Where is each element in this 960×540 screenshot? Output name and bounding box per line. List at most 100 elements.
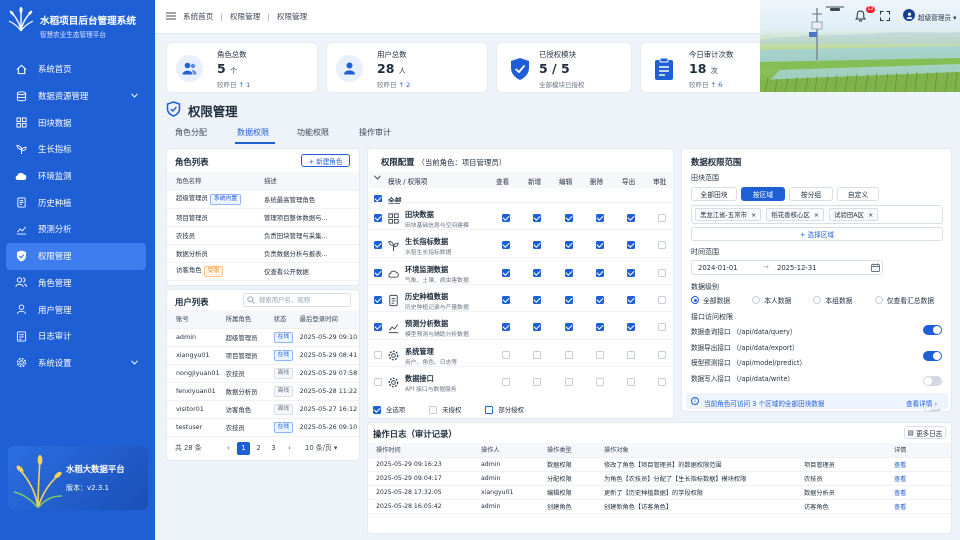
module-checkbox[interactable] xyxy=(374,323,382,332)
permission-checkbox[interactable] xyxy=(533,214,541,222)
user-search-input[interactable]: 搜索用户名、昵称 xyxy=(243,293,351,307)
permission-checkbox[interactable] xyxy=(565,323,573,332)
table-row[interactable]: fenxiyuan01 数据分析员 离线 2025-05-28 11:22 xyxy=(167,382,359,401)
table-row[interactable]: visitor01 访客角色 离线 2025-05-27 16:12 xyxy=(167,400,359,419)
field-scope-option-all[interactable]: 全部田块 xyxy=(691,187,737,201)
field-scope-option-group[interactable]: 按分组 xyxy=(789,187,833,201)
permission-checkbox[interactable] xyxy=(502,350,510,359)
bell-icon[interactable] xyxy=(854,10,867,24)
new-role-button[interactable]: + 新建角色 xyxy=(301,154,350,167)
table-row[interactable]: nongjiyuan01 农技员 离线 2025-05-29 07:58 xyxy=(167,364,359,383)
permission-checkbox[interactable] xyxy=(596,350,604,359)
radio-level-summary[interactable] xyxy=(874,296,883,304)
page-button[interactable]: 3 xyxy=(267,442,280,455)
permission-checkbox[interactable] xyxy=(565,350,573,359)
table-row[interactable]: 数据分析员 负责数据分析与报表... xyxy=(167,244,359,263)
sidebar-item-home[interactable]: 系统首页 xyxy=(6,56,146,83)
api-toggle[interactable] xyxy=(923,350,942,361)
module-checkbox[interactable] xyxy=(374,268,382,277)
log-detail-link[interactable]: 查看 xyxy=(886,471,951,486)
permission-checkbox[interactable] xyxy=(502,241,510,250)
close-icon[interactable]: × xyxy=(814,211,819,219)
table-row[interactable]: 2025-05-28 17:32:05 xiangyu01 编辑权限 更新了【历… xyxy=(368,485,951,500)
sidebar-item-roles[interactable]: 角色管理 xyxy=(6,270,146,297)
calendar-icon[interactable] xyxy=(871,263,880,274)
permission-checkbox[interactable] xyxy=(502,214,510,222)
permission-checkbox[interactable] xyxy=(627,377,635,386)
table-row[interactable]: 项目管理员 管理项目整体数据与... xyxy=(167,208,359,227)
api-toggle[interactable] xyxy=(923,325,942,335)
table-row[interactable]: admin 超级管理员 在线 2025-05-29 09:10 xyxy=(167,328,359,347)
module-checkbox[interactable] xyxy=(374,214,382,222)
close-icon[interactable]: × xyxy=(751,211,756,219)
next-page-button[interactable]: › xyxy=(283,442,296,455)
tab-role-assign[interactable]: 角色分配 xyxy=(175,127,207,138)
tab-data-permission[interactable]: 数据权限 xyxy=(237,127,269,138)
permission-checkbox[interactable] xyxy=(565,214,573,222)
permission-checkbox[interactable] xyxy=(502,323,510,332)
radio-level-self[interactable] xyxy=(752,296,761,304)
table-row[interactable]: testuser 农技员 在线 2025-05-26 09:10 xyxy=(167,418,359,437)
more-logs-button[interactable]: ▤ 更多日志 xyxy=(904,426,946,439)
table-row[interactable]: 2025-05-29 09:04:17 admin 分配权限 为角色【农技员】分… xyxy=(368,471,951,486)
permission-checkbox[interactable] xyxy=(627,241,635,250)
sidebar-item-users[interactable]: 用户管理 xyxy=(6,296,146,323)
module-checkbox[interactable] xyxy=(374,350,382,359)
menu-toggle-icon[interactable] xyxy=(166,11,176,22)
permission-checkbox[interactable] xyxy=(502,295,510,304)
permission-checkbox[interactable] xyxy=(565,241,573,250)
module-checkbox[interactable] xyxy=(374,241,382,250)
field-scope-option-custom[interactable]: 自定义 xyxy=(837,187,879,201)
chevron-down-icon[interactable] xyxy=(374,174,381,182)
permission-checkbox[interactable] xyxy=(596,323,604,332)
prev-page-button[interactable]: ‹ xyxy=(222,442,235,455)
breadcrumb-item[interactable]: 系统首页 xyxy=(183,11,213,22)
breadcrumb-item[interactable]: 权限管理 xyxy=(230,11,260,22)
page-size-select[interactable]: 10 条/页 ▾ xyxy=(305,442,337,452)
permission-checkbox[interactable] xyxy=(658,214,666,222)
view-details-link[interactable]: 查看详情 › xyxy=(906,398,937,408)
permission-checkbox[interactable] xyxy=(627,295,635,304)
permission-checkbox[interactable] xyxy=(533,295,541,304)
table-row[interactable]: 超级管理员 系统内置 系统最高管理角色 xyxy=(167,190,359,209)
table-row[interactable]: xiangyu01 项目管理员 在线 2025-05-29 08:41 xyxy=(167,346,359,365)
permission-checkbox[interactable] xyxy=(658,268,666,277)
permission-checkbox[interactable] xyxy=(533,323,541,332)
sidebar-item-log[interactable]: 日志审计 xyxy=(6,323,146,350)
permission-checkbox[interactable] xyxy=(596,214,604,222)
permission-checkbox[interactable] xyxy=(627,323,635,332)
module-checkbox[interactable] xyxy=(374,295,382,304)
permission-checkbox[interactable] xyxy=(596,268,604,277)
permission-checkbox[interactable] xyxy=(627,214,635,222)
permission-checkbox[interactable] xyxy=(502,268,510,277)
permission-checkbox[interactable] xyxy=(533,268,541,277)
sidebar-item-data-resource[interactable]: 数据资源管理 xyxy=(6,83,146,110)
permission-checkbox[interactable] xyxy=(658,295,666,304)
permission-checkbox[interactable] xyxy=(596,295,604,304)
radio-level-all[interactable] xyxy=(691,296,699,304)
sidebar-item-env[interactable]: 环境监测 xyxy=(6,163,146,190)
select-region-button[interactable]: + 选择区域 xyxy=(691,227,943,241)
sidebar-item-permission[interactable]: 权限管理 xyxy=(6,242,146,270)
table-row[interactable]: 访客角色 受限 仅查看公开数据 xyxy=(167,262,359,281)
user-menu[interactable]: 超级管理员 ▾ xyxy=(918,12,956,22)
table-row[interactable]: 2025-05-28 16:05:42 admin 创建角色 创建新角色【访客角… xyxy=(368,499,951,514)
permission-checkbox[interactable] xyxy=(658,350,666,359)
permission-checkbox[interactable] xyxy=(596,241,604,250)
date-end[interactable]: 2025-12-31 xyxy=(777,264,817,272)
permission-checkbox[interactable] xyxy=(565,268,573,277)
permission-checkbox[interactable] xyxy=(502,377,510,386)
sidebar-item-settings[interactable]: 系统设置 xyxy=(6,350,146,377)
permission-checkbox[interactable] xyxy=(658,377,666,386)
permission-checkbox[interactable] xyxy=(596,377,604,386)
close-icon[interactable]: × xyxy=(868,211,873,219)
log-detail-link[interactable]: 查看 xyxy=(886,457,951,472)
permission-checkbox[interactable] xyxy=(658,241,666,250)
module-checkbox[interactable] xyxy=(374,377,382,386)
log-detail-link[interactable]: 查看 xyxy=(886,485,951,500)
permission-checkbox[interactable] xyxy=(627,350,635,359)
tab-operation-audit[interactable]: 操作审计 xyxy=(359,127,391,138)
permission-checkbox[interactable] xyxy=(533,241,541,250)
permission-checkbox[interactable] xyxy=(565,295,573,304)
permission-checkbox[interactable] xyxy=(533,377,541,386)
